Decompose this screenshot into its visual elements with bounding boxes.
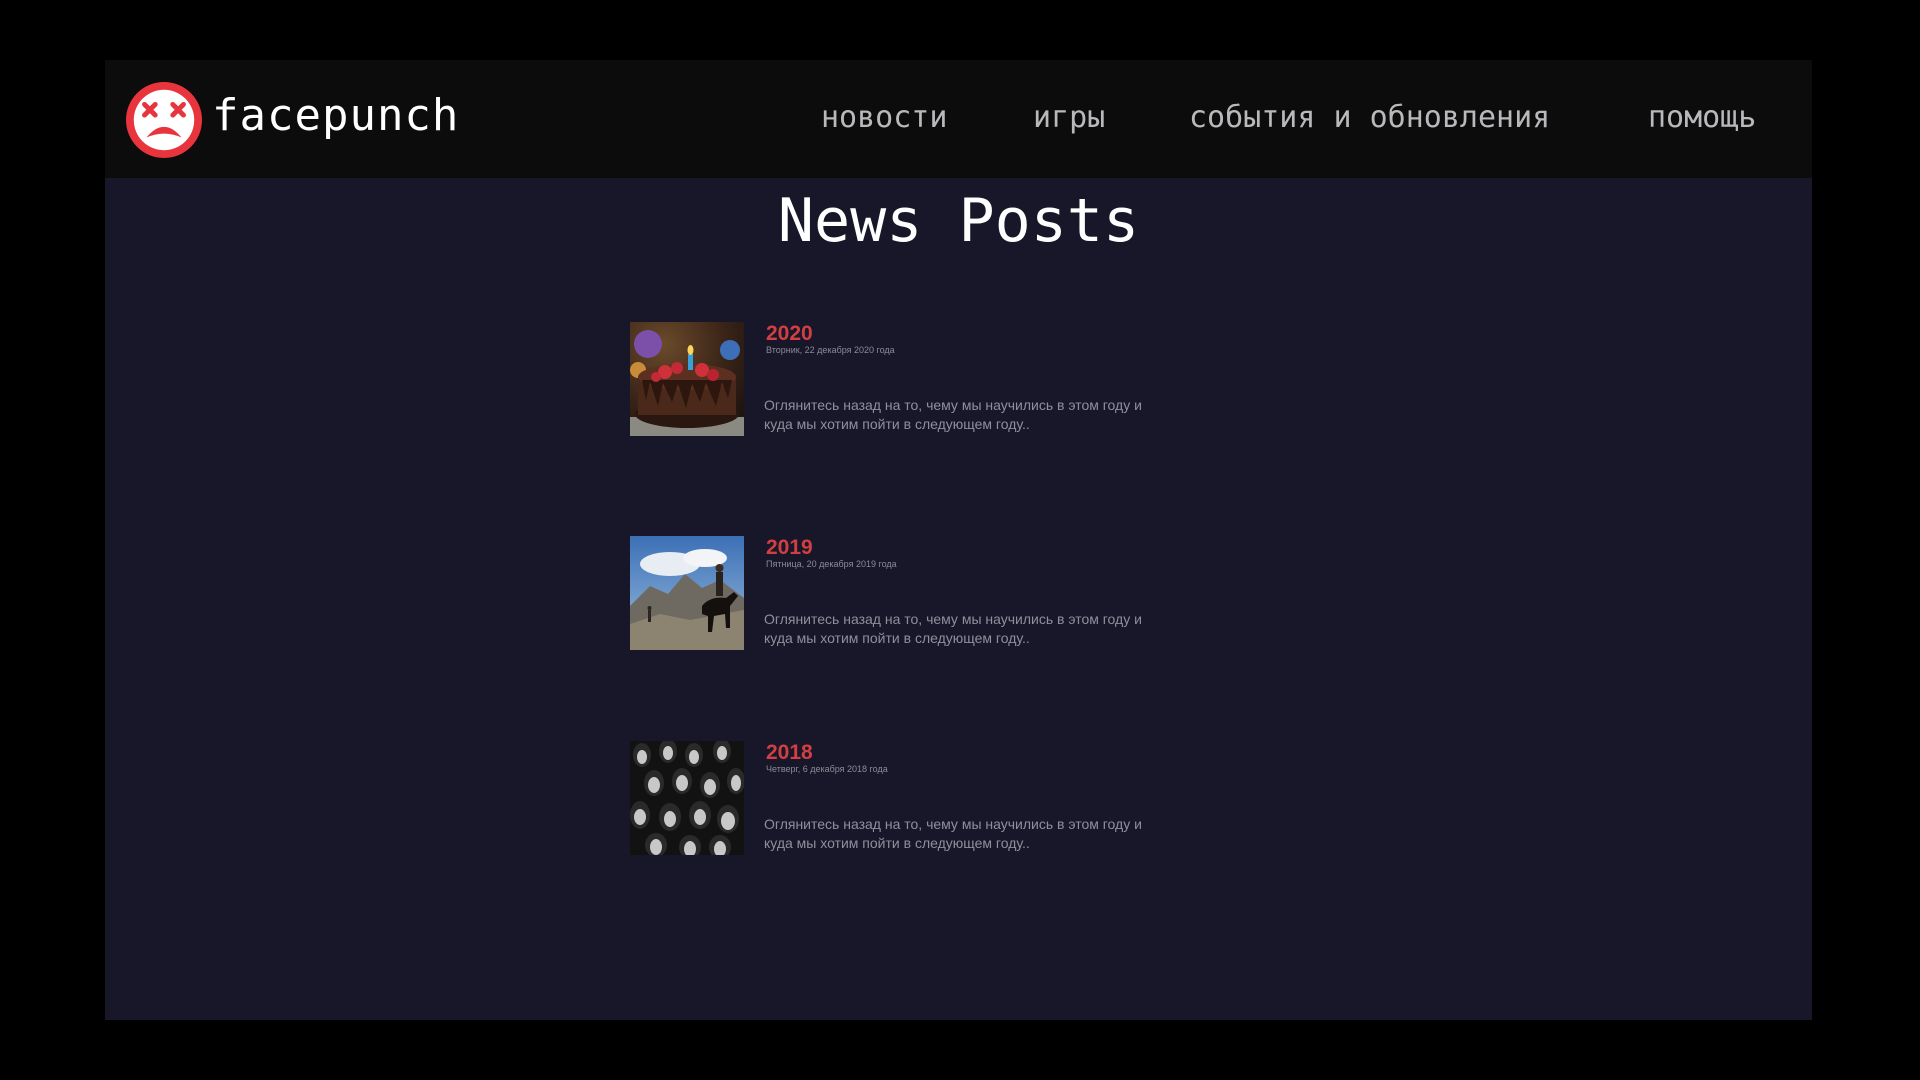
post-thumbnail-cake[interactable] [630, 322, 744, 436]
post-year[interactable]: 2019 [766, 536, 813, 560]
news-post-2019[interactable]: 2019 Пятница, 20 декабря 2019 года Оглян… [630, 536, 1190, 652]
post-thumbnail-horse-rider[interactable] [630, 536, 744, 650]
nav-games[interactable]: игры [1033, 100, 1105, 135]
site-header: facepunch новости игры события и обновле… [105, 60, 1812, 178]
post-year[interactable]: 2018 [766, 741, 813, 765]
brand-name[interactable]: facepunch [212, 90, 459, 141]
post-excerpt: Оглянитесь назад на то, чему мы научилис… [764, 397, 1142, 432]
facepunch-logo[interactable] [125, 81, 203, 159]
post-excerpt: Оглянитесь назад на то, чему мы научилис… [764, 816, 1142, 851]
post-date: Вторник, 22 декабря 2020 года [766, 345, 895, 355]
news-post-2020[interactable]: 2020 Вторник, 22 декабря 2020 года Оглян… [630, 322, 1190, 438]
nav-help[interactable]: помощь [1648, 100, 1756, 135]
news-post-2018[interactable]: 2018 Четверг, 6 декабря 2018 года Огляни… [630, 741, 1190, 857]
post-date: Пятница, 20 декабря 2019 года [766, 559, 897, 569]
post-thumbnail-masked-crowd[interactable] [630, 741, 744, 855]
page-title: News Posts [777, 186, 1140, 256]
post-date: Четверг, 6 декабря 2018 года [766, 764, 888, 774]
post-excerpt: Оглянитесь назад на то, чему мы научилис… [764, 611, 1142, 646]
post-year[interactable]: 2020 [766, 322, 813, 346]
nav-news[interactable]: новости [821, 100, 947, 135]
nav-events-updates[interactable]: события и обновления [1189, 100, 1550, 135]
page-frame: facepunch новости игры события и обновле… [105, 60, 1812, 1020]
